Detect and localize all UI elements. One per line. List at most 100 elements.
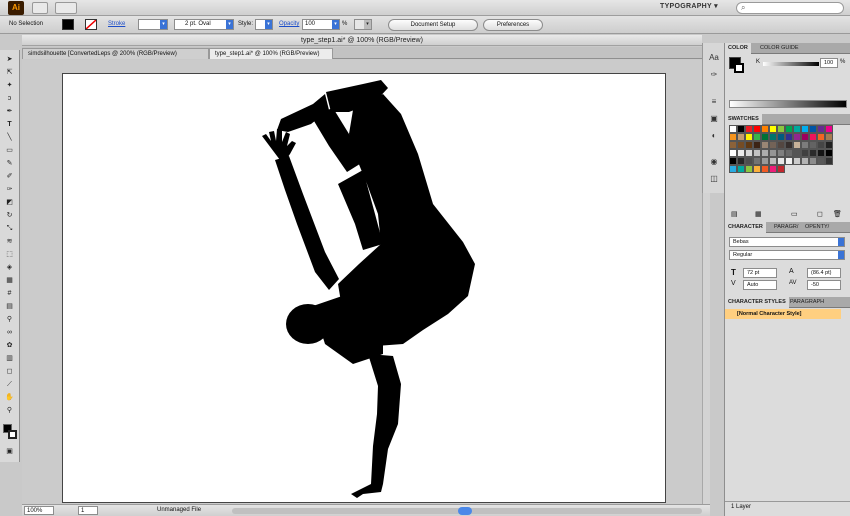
swatch[interactable] <box>753 125 761 133</box>
swatch[interactable] <box>809 157 817 165</box>
blend-tool-icon[interactable]: ∞ <box>3 327 16 338</box>
stroke-panel-icon[interactable]: ≡ <box>708 97 720 107</box>
swatch[interactable] <box>761 141 769 149</box>
eraser-tool-icon[interactable]: ◩ <box>3 197 16 208</box>
swatch[interactable] <box>817 141 825 149</box>
swatch[interactable] <box>761 149 769 157</box>
swatch[interactable] <box>777 141 785 149</box>
swatch[interactable] <box>761 125 769 133</box>
swatch[interactable] <box>809 133 817 141</box>
horizontal-scroll-thumb[interactable] <box>458 507 472 515</box>
brush-definition-dropdown[interactable]: 2 pt. Oval ▾ <box>174 19 234 30</box>
fill-swatch[interactable] <box>62 19 74 30</box>
swatch[interactable] <box>761 165 769 173</box>
swatch[interactable] <box>793 141 801 149</box>
swatch[interactable] <box>801 141 809 149</box>
swatch[interactable] <box>809 149 817 157</box>
tab-character-styles[interactable]: CHARACTER STYLES <box>725 297 789 308</box>
swatch[interactable] <box>793 149 801 157</box>
arrange-documents-button[interactable] <box>55 2 77 14</box>
lasso-tool-icon[interactable]: ↄ <box>3 93 16 104</box>
tab-paragraph[interactable]: PARAGR/ <box>771 222 801 233</box>
swatch[interactable] <box>817 125 825 133</box>
font-style-dropdown[interactable]: Regular <box>729 250 845 260</box>
leading-field[interactable]: (86.4 pt) <box>807 268 841 278</box>
mesh-tool-icon[interactable]: # <box>3 288 16 299</box>
swatch[interactable] <box>753 149 761 157</box>
perspective-grid-tool-icon[interactable]: ▦ <box>3 275 16 286</box>
swatch[interactable] <box>753 141 761 149</box>
swatch[interactable] <box>729 149 737 157</box>
swatch[interactable] <box>785 141 793 149</box>
file-status[interactable]: Unmanaged File <box>157 507 201 513</box>
swatch[interactable] <box>761 157 769 165</box>
swatch[interactable] <box>769 133 777 141</box>
swatch[interactable] <box>737 125 745 133</box>
swatch[interactable] <box>777 165 785 173</box>
artboard-tool-icon[interactable]: ◻ <box>3 366 16 377</box>
tab-opentype[interactable]: OPENTY/ <box>802 222 832 233</box>
swatch[interactable] <box>753 157 761 165</box>
swatch[interactable] <box>801 157 809 165</box>
artboard-number-field[interactable]: 1 <box>78 506 98 515</box>
pen-tool-icon[interactable]: ✒ <box>3 106 16 117</box>
slice-tool-icon[interactable]: ⟋ <box>3 379 16 390</box>
help-search-input[interactable]: ⌕ <box>736 2 844 14</box>
show-swatch-kinds-icon[interactable]: ▦ <box>755 210 762 218</box>
screen-mode-icon[interactable]: ▣ <box>3 446 16 457</box>
recolor-artwork-button[interactable]: ▾ <box>354 19 372 30</box>
swatch[interactable] <box>785 149 793 157</box>
delete-swatch-icon[interactable]: 🗑 <box>833 210 842 218</box>
zoom-level-field[interactable]: 100% <box>24 506 54 515</box>
appearance-panel-icon[interactable]: ◉ <box>708 157 720 167</box>
swatch[interactable] <box>777 149 785 157</box>
swatch[interactable] <box>817 133 825 141</box>
pencil-tool-icon[interactable]: ✐ <box>3 171 16 182</box>
swatch[interactable] <box>769 165 777 173</box>
swatch[interactable] <box>769 149 777 157</box>
swatch[interactable] <box>825 141 833 149</box>
hand-tool-icon[interactable]: ✋ <box>3 392 16 403</box>
kerning-field[interactable]: Auto <box>743 280 777 290</box>
tab-swatches[interactable]: SWATCHES <box>725 114 762 125</box>
rectangle-tool-icon[interactable]: ▭ <box>3 145 16 156</box>
glyphs-panel-icon[interactable]: ✑ <box>708 70 720 80</box>
swatch[interactable] <box>729 125 737 133</box>
swatch-library-icon[interactable]: ▤ <box>731 210 738 218</box>
swatch[interactable] <box>785 125 793 133</box>
line-tool-icon[interactable]: ╲ <box>3 132 16 143</box>
selection-tool-icon[interactable]: ➤ <box>3 54 16 65</box>
swatch[interactable] <box>793 133 801 141</box>
swatch[interactable] <box>745 157 753 165</box>
swatch[interactable] <box>801 125 809 133</box>
swatch[interactable] <box>737 157 745 165</box>
k-channel-field[interactable]: 100 <box>820 58 838 68</box>
preferences-button[interactable]: Preferences <box>483 19 543 31</box>
tab-character[interactable]: CHARACTER <box>725 222 766 233</box>
eyedropper-tool-icon[interactable]: ⚲ <box>3 314 16 325</box>
opacity-label[interactable]: Opacity <box>279 21 299 27</box>
swatch[interactable] <box>825 149 833 157</box>
swatch[interactable] <box>777 157 785 165</box>
swatch[interactable] <box>745 165 753 173</box>
tab-paragraph-styles[interactable]: PARAGRAPH <box>787 297 827 308</box>
swatch[interactable] <box>737 141 745 149</box>
bridge-button[interactable] <box>32 2 48 14</box>
swatch[interactable] <box>753 165 761 173</box>
fill-stroke-control[interactable] <box>3 424 17 440</box>
free-transform-tool-icon[interactable]: ⬚ <box>3 249 16 260</box>
swatch[interactable] <box>729 141 737 149</box>
swatch[interactable] <box>825 125 833 133</box>
column-graph-tool-icon[interactable]: ▥ <box>3 353 16 364</box>
swatch[interactable] <box>793 125 801 133</box>
swatch[interactable] <box>817 157 825 165</box>
type-tool-icon[interactable]: T <box>3 119 16 130</box>
tab-type-step1[interactable]: type_step1.ai* @ 100% (RGB/Preview) <box>209 48 333 59</box>
canvas-area[interactable] <box>22 60 702 504</box>
graphic-styles-panel-icon[interactable]: ◫ <box>708 174 720 184</box>
shape-builder-tool-icon[interactable]: ◈ <box>3 262 16 273</box>
tab-color-guide[interactable]: COLOR GUIDE <box>757 43 802 54</box>
swatch[interactable] <box>737 165 745 173</box>
opacity-field[interactable]: 100 ▾ <box>302 19 340 30</box>
transparency-panel-icon[interactable]: ◐ <box>708 131 720 141</box>
